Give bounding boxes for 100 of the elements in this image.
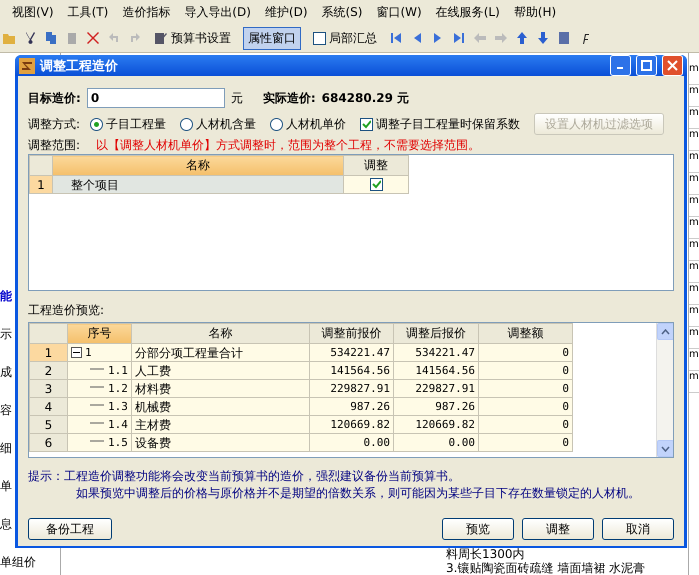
sidebar-text: 息 — [0, 517, 12, 531]
dialog-button[interactable]: 调整 — [522, 518, 594, 540]
table-cell: 机械费 — [132, 398, 310, 416]
delete-icon[interactable] — [86, 31, 100, 45]
adjust-checkbox[interactable] — [370, 178, 382, 190]
table-cell: 534221.47 — [394, 344, 478, 362]
column-header: 名称 — [52, 156, 344, 176]
menu-item[interactable]: 工具(T) — [68, 4, 108, 20]
scroll-down-icon[interactable] — [661, 446, 670, 452]
dialog-button[interactable]: 取消 — [602, 518, 674, 540]
budget-settings-button[interactable]: 预算书设置 — [149, 26, 236, 50]
row-number: 6 — [30, 434, 68, 452]
field-label: 调整方式: — [28, 116, 80, 132]
minimize-button[interactable] — [610, 55, 631, 76]
keep-coefficient-checkbox[interactable]: 调整子目工程量时保留系数 — [360, 116, 520, 132]
code-text: 1.4 — [108, 418, 128, 431]
cell-text: 3.镶贴陶瓷面砖疏缝 墙面墙裙 水泥膏 — [446, 561, 646, 575]
unit-cell: m — [689, 63, 699, 85]
unit-label: 元 — [230, 90, 243, 106]
backup-button[interactable]: 备份工程 — [28, 518, 112, 540]
menu-item[interactable]: 造价指标 — [122, 4, 170, 20]
row-number: 5 — [30, 416, 68, 434]
column-header: 调整 — [344, 156, 408, 176]
dialog-button[interactable]: 预览 — [442, 518, 514, 540]
menu-item[interactable]: 窗口(W) — [376, 4, 422, 20]
close-button[interactable] — [662, 55, 683, 76]
range-note: 以【调整人材机单价】方式调整时，范围为整个工程，不需要选择范围。 — [96, 136, 480, 154]
cut-icon[interactable] — [23, 31, 37, 45]
table-cell: 141564.56 — [310, 362, 394, 380]
row-number: 4 — [30, 398, 68, 416]
unit-cell: m — [689, 107, 699, 129]
row-number: 1 — [30, 176, 52, 194]
code-text: 1.3 — [108, 400, 128, 413]
maximize-button[interactable] — [636, 55, 657, 76]
link[interactable]: 能 — [0, 289, 12, 303]
table-cell: 0 — [478, 344, 572, 362]
menu-item[interactable]: 系统(S) — [322, 4, 362, 20]
menu-item[interactable]: 视图(V) — [12, 4, 54, 20]
table-cell: 材料费 — [132, 380, 310, 398]
edit-icon[interactable] — [154, 31, 168, 45]
checkmark-icon — [372, 180, 380, 188]
unit-cell: m — [689, 173, 699, 195]
column-header: 调整前报价 — [310, 324, 394, 344]
table-cell: 987.26 — [310, 398, 394, 416]
unit-cell: m — [689, 151, 699, 173]
method-radio[interactable]: 人材机含量 — [180, 116, 256, 132]
menu-item[interactable]: 帮助(H) — [514, 4, 556, 20]
table-cell: 0 — [478, 362, 572, 380]
column-header: 调整后报价 — [394, 324, 478, 344]
method-radio[interactable]: 子目工程量 — [90, 116, 166, 132]
hint-text: 提示：工程造价调整功能将会改变当前预算书的造价，强烈建议备份当前预算书。 — [28, 468, 461, 485]
table-cell: 0 — [478, 434, 572, 452]
row-number: 1 — [30, 344, 68, 362]
table-cell: 主材费 — [132, 416, 310, 434]
table-cell: 0.00 — [310, 434, 394, 452]
property-window-button[interactable]: 属性窗口 — [243, 26, 301, 50]
menu-item[interactable]: 维护(D) — [264, 4, 308, 20]
table-cell: 120669.82 — [310, 416, 394, 434]
field-label: 调整范围: — [28, 136, 80, 154]
table-cell: 0 — [478, 380, 572, 398]
hint-text: 如果预览中调整后的价格与原价格并不是期望的倍数关系，则可能因为某些子目下存在数量锁定的人材机。 — [75, 485, 641, 502]
table-cell: 987.26 — [394, 398, 478, 416]
scroll-up-icon[interactable] — [661, 328, 670, 334]
down-arrow-icon[interactable] — [536, 31, 550, 45]
up-arrow-icon[interactable] — [515, 31, 529, 45]
unit-cell: m — [689, 349, 699, 371]
unit-cell: m — [689, 261, 699, 283]
sidebar-text: 单组价 — [0, 555, 36, 569]
sidebar-text: 容 — [0, 403, 12, 417]
checkmark-icon — [362, 120, 372, 128]
menu-item[interactable]: 在线服务(L) — [436, 4, 500, 20]
unit-cell: m — [689, 371, 699, 393]
table-cell: 分部分项工程量合计 — [132, 344, 310, 362]
app-icon — [19, 58, 35, 74]
method-radio[interactable]: 人材机单价 — [270, 116, 346, 132]
menu-item[interactable]: 导入导出(D) — [184, 4, 251, 20]
unit-cell: m — [689, 327, 699, 349]
partial-summary-checkbox[interactable]: 局部汇总 — [308, 26, 382, 50]
row-number: 2 — [30, 362, 68, 380]
last-icon[interactable] — [452, 31, 466, 45]
code-text: 1.1 — [108, 364, 128, 377]
unit-cell: m — [689, 283, 699, 305]
dialog-title: 调整工程造价 — [40, 58, 119, 74]
row-number: 3 — [30, 380, 68, 398]
column-header: 序号 — [68, 324, 132, 344]
table-cell: 229827.91 — [394, 380, 478, 398]
unit-cell: m — [689, 85, 699, 107]
scrollbar[interactable] — [656, 323, 673, 457]
collapse-icon[interactable] — [71, 347, 82, 358]
unit-cell: m — [689, 239, 699, 261]
code-text: 1.2 — [108, 382, 128, 395]
sidebar-text: 单 — [0, 479, 12, 493]
cell-text: 料周长1300内 — [446, 547, 526, 561]
section-label: 工程造价预览: — [28, 302, 104, 319]
table-cell: 设备费 — [132, 434, 310, 452]
target-price-field[interactable]: 0 — [86, 88, 225, 108]
close-icon — [667, 60, 678, 71]
code-text: 1.5 — [108, 436, 128, 449]
first-icon[interactable] — [389, 31, 403, 45]
copy-icon[interactable] — [44, 31, 58, 45]
